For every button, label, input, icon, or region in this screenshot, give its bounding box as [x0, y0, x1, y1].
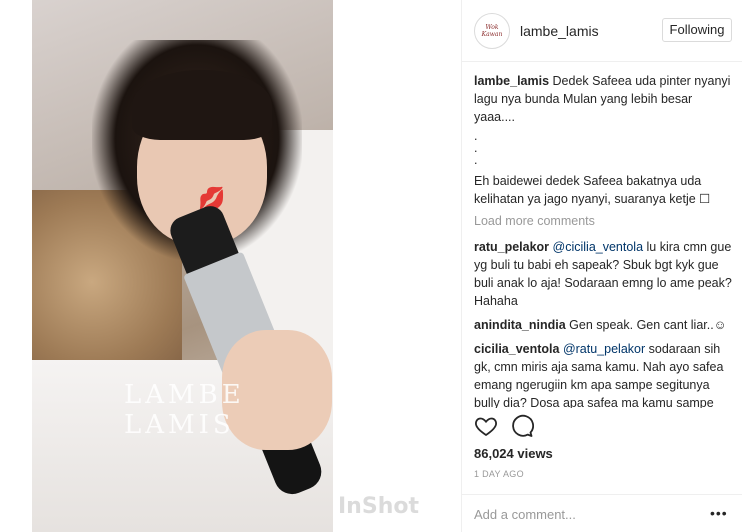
caption-dots: ... — [474, 129, 478, 167]
following-button[interactable]: Following — [662, 18, 732, 42]
video-child-bangs — [132, 70, 272, 140]
post-media-area: 💋 LAMBE LAMIS InShot — [0, 0, 460, 532]
caption: lambe_lamis Dedek Safeea uda pinter nyan… — [474, 72, 736, 126]
post-video[interactable]: 💋 LAMBE LAMIS — [32, 0, 333, 532]
comment-text: Gen speak. Gen cant liar..☺ — [569, 318, 727, 332]
comment-username[interactable]: ratu_pelakor — [474, 240, 549, 254]
video-watermark: LAMBE LAMIS — [124, 380, 245, 440]
comment-username[interactable]: cicilia_ventola — [474, 342, 559, 356]
comment-item: ratu_pelakor @cicilia_ventola lu kira cm… — [474, 238, 736, 310]
comments-list[interactable]: lambe_lamis Dedek Safeea uda pinter nyan… — [474, 72, 736, 408]
comment-item: cicilia_ventola @ratu_pelakor sodaraan s… — [474, 340, 736, 408]
avatar-logo-text: Wok Kawan — [481, 24, 503, 38]
load-more-comments-link[interactable]: Load more comments — [474, 212, 736, 230]
comment-bubble-icon[interactable] — [510, 414, 534, 438]
post-side-panel: Wok Kawan lambe_lamis Following lambe_la… — [461, 0, 742, 532]
post-timestamp[interactable]: 1 DAY AGO — [474, 469, 524, 479]
inshot-watermark: InShot — [338, 494, 419, 519]
comment-item: anindita_nindia Gen speak. Gen cant liar… — [474, 316, 736, 334]
post-header: Wok Kawan lambe_lamis Following — [462, 0, 742, 62]
caption-username[interactable]: lambe_lamis — [474, 74, 549, 88]
view-count[interactable]: 86,024 views — [474, 446, 553, 461]
comment-mention[interactable]: @ratu_pelakor — [563, 342, 645, 356]
post-actions — [474, 414, 734, 442]
heart-icon[interactable] — [474, 414, 498, 438]
header-username[interactable]: lambe_lamis — [520, 23, 599, 39]
comment-mention[interactable]: @cicilia_ventola — [553, 240, 644, 254]
caption-text-2: Eh baidewei dedek Safeea bakatnya uda ke… — [474, 174, 711, 206]
comment-input[interactable] — [474, 503, 694, 525]
avatar[interactable]: Wok Kawan — [474, 13, 510, 49]
add-comment-bar: ••• — [462, 494, 742, 532]
comment-username[interactable]: anindita_nindia — [474, 318, 566, 332]
more-options-icon[interactable]: ••• — [710, 505, 730, 521]
